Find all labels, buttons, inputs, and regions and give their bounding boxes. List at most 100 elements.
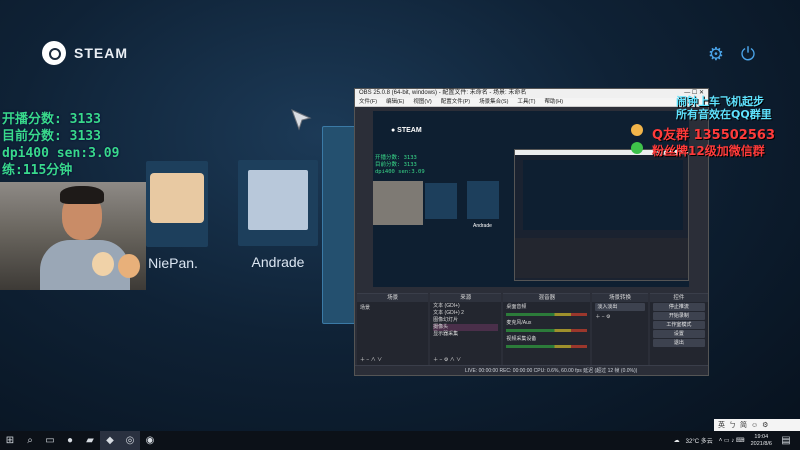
source-item-selected[interactable]: 摄像头 <box>433 324 499 331</box>
scenes-dock: 场景 场景 ＋ − ∧ ∨ <box>357 293 429 365</box>
stat-line-current-score: 目前分数: 3133 <box>2 129 101 144</box>
exit-button[interactable]: 退出 <box>652 339 705 347</box>
menu-tools[interactable]: 工具(T) <box>517 98 535 106</box>
controls-dock: 控件 停止推流 开始录制 工作室模式 设置 退出 <box>649 293 708 365</box>
source-item[interactable]: 显示器采集 <box>433 331 498 338</box>
steam-logo: STEAM <box>42 41 128 65</box>
menu-edit[interactable]: 编辑(E) <box>386 98 404 106</box>
stat-line-start-score: 开播分数: 3133 <box>2 112 101 127</box>
wechat-group-text: 粉丝牌12级加微信群 <box>652 144 765 158</box>
clock-time: 19:04 <box>754 433 769 440</box>
mixer-track-label: 桌面音频 <box>506 304 527 310</box>
scenes-dock-header: 场景 <box>357 294 429 302</box>
gear-icon[interactable]: ⚙ <box>762 421 768 429</box>
obs-titlebar[interactable]: OBS 25.0.8 (64-bit, windows) - 配置文件: 未命名… <box>355 89 708 98</box>
preview-tile <box>425 183 457 219</box>
preview-label: Andrade <box>473 223 492 229</box>
volume-meter[interactable] <box>506 329 588 332</box>
game-tile-label: Andrade <box>251 254 305 270</box>
steam-logo-text: STEAM <box>74 45 128 61</box>
preview-tile <box>467 181 499 219</box>
power-icon[interactable]: ⏻ <box>738 44 758 64</box>
scene-controls[interactable]: ＋ − ∧ ∨ <box>360 356 382 363</box>
sticker-icon <box>118 254 140 278</box>
emoji-icon[interactable]: ☺ <box>751 422 758 429</box>
scene-item[interactable]: 场景 <box>357 302 428 313</box>
menu-file[interactable]: 文件(F) <box>359 98 377 106</box>
sticker-icon <box>92 252 114 276</box>
preview-nested-obs <box>514 149 689 281</box>
obs-preview[interactable]: ● STEAM 开播分数: 3133 目前分数: 3133 dpi400 sen… <box>373 111 689 287</box>
menu-view[interactable]: 视图(V) <box>413 98 431 106</box>
studio-mode-button[interactable]: 工作室模式 <box>652 321 705 329</box>
mixer-dock-header: 混音器 <box>503 294 591 302</box>
obs-window-title: OBS 25.0.8 (64-bit, windows) - 配置文件: 未命名… <box>359 90 527 96</box>
game-tile-niepan[interactable]: NiePan. <box>146 161 208 271</box>
ime-mode-english[interactable]: 英 <box>718 420 725 430</box>
stream-stats-overlay: 开播分数: 3133 目前分数: 3133 dpi400 sen:3.09 练:… <box>2 111 119 179</box>
sources-dock: 来源 文本 (GDI+) 文本 (GDI+) 2 图像幻灯片 摄像头 显示器采集… <box>430 293 502 365</box>
ime-simplified[interactable]: 简 <box>740 420 747 430</box>
obs-taskbar-icon[interactable]: ◉ <box>140 431 160 450</box>
app-icon[interactable]: ◆ <box>100 431 120 450</box>
wechat-icon <box>631 142 643 154</box>
qq-group-text: Q友群 135502563 <box>652 128 775 143</box>
ime-bopomofo[interactable]: ㄅ <box>729 420 736 430</box>
gear-icon[interactable]: ⚙ <box>706 44 726 64</box>
source-item[interactable]: 图像幻灯片 <box>433 317 498 324</box>
windows-start-icon[interactable]: ⊞ <box>0 431 20 450</box>
mixer-dock: 混音器 桌面音频 麦克风/Aux 视频采集设备 <box>503 293 591 365</box>
notification-icon[interactable]: ▤ <box>776 431 796 450</box>
source-controls[interactable]: ＋ − ⚙ ∧ ∨ <box>433 356 461 363</box>
folder-icon[interactable]: ▰ <box>80 431 100 450</box>
stop-stream-button[interactable]: 停止推流 <box>652 303 705 311</box>
tray-icons[interactable]: ˄ ▭ ♪ ⌨ <box>719 437 745 444</box>
menu-scene-collection[interactable]: 场景集合(S) <box>479 98 508 106</box>
mixer-track-label: 麦克风/Aux <box>506 320 532 326</box>
cursor-icon <box>291 109 312 131</box>
settings-button[interactable]: 设置 <box>652 330 705 338</box>
preview-steam-logo: ● STEAM <box>391 127 422 134</box>
obs-statusbar: LIVE: 00:00:00 REC: 00:00:00 CPU: 0.6%, … <box>355 365 708 375</box>
obs-menubar: 文件(F) 编辑(E) 视图(V) 配置文件(P) 场景集合(S) 工具(T) … <box>355 98 708 107</box>
preview-webcam <box>373 181 423 225</box>
transitions-dock: 场景转换 淡入淡出 ＋ − ⚙ <box>592 293 648 365</box>
sources-dock-header: 来源 <box>430 294 502 302</box>
volume-meter[interactable] <box>506 345 588 348</box>
stat-line-dpi: dpi400 sen:3.09 <box>2 146 120 161</box>
transition-controls[interactable]: ＋ − ⚙ <box>592 312 647 321</box>
avatar <box>248 170 308 230</box>
browser-icon[interactable]: ● <box>60 431 80 450</box>
menu-profile[interactable]: 配置文件(P) <box>441 98 470 106</box>
menu-help[interactable]: 帮助(H) <box>544 98 563 106</box>
overlay-line: 闹钟上车飞机起步 <box>676 95 764 108</box>
avatar <box>150 173 204 223</box>
controls-dock-header: 控件 <box>649 294 708 302</box>
preview-stats: 开播分数: 3133 目前分数: 3133 dpi400 sen:3.09 <box>375 155 425 175</box>
clock-date: 2021/8/6 <box>750 440 772 447</box>
qq-icon <box>631 124 643 136</box>
stat-line-practice: 练:115分钟 <box>2 163 73 178</box>
cloud-icon: ☁ <box>673 438 680 444</box>
task-view-icon[interactable]: ▭ <box>40 431 60 450</box>
steam-icon <box>42 41 66 65</box>
mixer-track-label: 视频采集设备 <box>506 336 537 342</box>
game-tile-andrade[interactable]: Andrade <box>238 160 318 270</box>
overlay-right-text: 闹钟上车飞机起步 所有音效在QQ群里 <box>676 95 772 121</box>
ime-toolbar[interactable]: 英 ㄅ 简 ☺ ⚙ <box>714 419 800 431</box>
webcam-feed <box>0 182 146 290</box>
start-recording-button[interactable]: 开始录制 <box>652 312 705 320</box>
weather-text[interactable]: 32°C 多云 <box>686 436 713 445</box>
transition-select[interactable]: 淡入淡出 <box>595 303 645 311</box>
search-icon[interactable]: ⌕ <box>20 431 40 450</box>
transitions-dock-header: 场景转换 <box>592 294 648 302</box>
obs-docks: 场景 场景 ＋ − ∧ ∨ 来源 文本 (GDI+) 文本 (GDI+) 2 图… <box>355 293 710 365</box>
volume-meter[interactable] <box>506 313 588 316</box>
game-tile-selected[interactable] <box>322 126 356 324</box>
taskbar: ⊞ ⌕ ▭ ● ▰ ◆ ◎ ◉ ☁ 32°C 多云 ˄ ▭ ♪ ⌨ 19:04 … <box>0 431 800 450</box>
clock[interactable]: 19:04 2021/8/6 <box>751 434 772 448</box>
steam-taskbar-icon[interactable]: ◎ <box>120 431 140 450</box>
source-item[interactable]: 文本 (GDI+) <box>433 303 498 310</box>
source-item[interactable]: 文本 (GDI+) 2 <box>433 310 498 317</box>
system-tray: ☁ 32°C 多云 ˄ ▭ ♪ ⌨ 19:04 2021/8/6 <box>674 431 772 450</box>
